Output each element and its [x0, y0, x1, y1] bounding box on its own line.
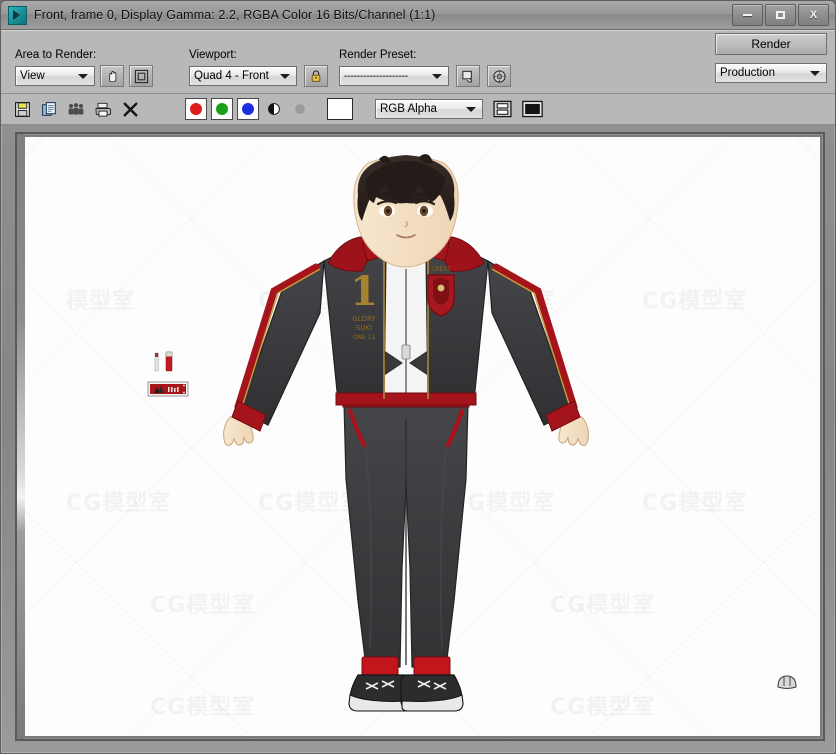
blue-channel-button[interactable] — [237, 98, 259, 120]
watermark: CG模型室 — [642, 283, 747, 315]
render-setup-button[interactable] — [456, 65, 480, 87]
maximize-button[interactable] — [765, 4, 796, 26]
viewport-lock-button[interactable] — [304, 65, 328, 87]
monochrome-icon — [295, 104, 305, 114]
viewport-select[interactable]: Quad 4 - Front — [189, 66, 297, 86]
area-to-render-value: View — [20, 70, 45, 82]
maximize-icon — [776, 11, 785, 19]
svg-text:ONE 12: ONE 12 — [353, 334, 376, 341]
blue-dot-icon — [242, 103, 254, 115]
viewport-label: Viewport: — [189, 49, 237, 61]
toolbar-region: Area to Render: View Viewport: Quad 4 - … — [1, 30, 835, 126]
toolbar-bottom-row: RGB Alpha — [1, 94, 835, 126]
pan-hand-icon — [108, 70, 116, 82]
toolbar-top-row: Area to Render: View Viewport: Quad 4 - … — [1, 31, 835, 94]
render-mode-value: Production — [720, 67, 775, 79]
close-icon: X — [809, 8, 818, 21]
chevron-down-icon — [466, 106, 476, 112]
copy-image-icon — [41, 101, 56, 116]
accessory-props — [147, 351, 189, 397]
render-view-scroll-strip[interactable] — [17, 134, 25, 739]
lock-icon — [311, 70, 321, 82]
layout-toggle-icon — [492, 100, 512, 118]
environment-gear-icon — [492, 69, 506, 83]
mouse-cursor — [777, 675, 797, 689]
chevron-down-icon — [78, 73, 88, 79]
print-image-icon — [95, 102, 112, 117]
chevron-down-icon — [810, 70, 820, 76]
minimize-button[interactable] — [732, 4, 763, 26]
viewport-value: Quad 4 - Front — [194, 70, 269, 82]
channel-display-value: RGB Alpha — [380, 103, 437, 115]
minimize-icon — [743, 14, 752, 16]
right-shoe — [400, 674, 464, 712]
render-region-button[interactable] — [129, 65, 153, 87]
monochrome-button[interactable] — [289, 98, 311, 120]
render-canvas[interactable]: 模型室 CG模型室 CG模型室 CG模型室 CG模型室 CG模型室 CG模型室 … — [20, 137, 820, 736]
render-preset-select[interactable]: -------------------- — [339, 66, 449, 86]
red-dot-icon — [190, 103, 202, 115]
green-channel-button[interactable] — [211, 98, 233, 120]
display-toggle-icon — [521, 100, 543, 118]
layout-toggle-button[interactable] — [491, 98, 513, 120]
channel-display-select[interactable]: RGB Alpha — [375, 99, 483, 119]
close-button[interactable]: X — [798, 4, 829, 26]
save-image-icon — [14, 101, 30, 117]
clone-image-icon — [68, 102, 84, 115]
clone-image-button[interactable] — [65, 98, 87, 120]
area-to-render-select[interactable]: View — [15, 66, 95, 86]
channel-tools — [185, 98, 353, 120]
chevron-down-icon — [432, 73, 442, 79]
alpha-channel-button[interactable] — [263, 98, 285, 120]
svg-text:SUKI: SUKI — [356, 324, 372, 332]
render-frame-window: Front, frame 0, Display Gamma: 2.2, RGBA… — [0, 0, 836, 754]
anime-character-render: IMPERIAL ROYALE — [223, 154, 589, 712]
save-image-button[interactable] — [11, 98, 33, 120]
render-view-frame: 模型室 CG模型室 CG模型室 CG模型室 CG模型室 CG模型室 CG模型室 … — [15, 132, 825, 741]
chevron-down-icon — [280, 73, 290, 79]
svg-text:CREST: CREST — [431, 266, 451, 273]
render-preset-value: -------------------- — [344, 70, 408, 82]
window-title: Front, frame 0, Display Gamma: 2.2, RGBA… — [34, 8, 436, 22]
watermark: CG模型室 — [642, 485, 747, 517]
render-action-panel: Render Production — [715, 33, 827, 83]
render-setup-icon — [461, 70, 472, 83]
region-frame-icon — [134, 69, 148, 83]
channel-display-tools: RGB Alpha — [375, 98, 543, 120]
pan-hand-button[interactable] — [100, 65, 124, 87]
red-channel-button[interactable] — [185, 98, 207, 120]
render-preset-group: Render Preset: -------------------- — [339, 49, 511, 87]
app-icon — [8, 5, 27, 25]
render-preset-label: Render Preset: — [339, 49, 417, 61]
render-mode-select[interactable]: Production — [715, 63, 827, 83]
clear-image-button[interactable] — [119, 98, 141, 120]
svg-text:1: 1 — [350, 268, 378, 315]
display-toggle-button[interactable] — [521, 98, 543, 120]
print-image-button[interactable] — [92, 98, 114, 120]
clear-image-icon — [123, 102, 137, 116]
area-to-render-label: Area to Render: — [15, 49, 97, 61]
render-button[interactable]: Render — [715, 33, 827, 55]
svg-text:GLORY: GLORY — [352, 315, 376, 323]
watermark: CG模型室 — [66, 485, 171, 517]
title-bar: Front, frame 0, Display Gamma: 2.2, RGBA… — [1, 1, 835, 30]
window-controls: X — [732, 4, 829, 26]
copy-image-button[interactable] — [38, 98, 60, 120]
viewport-group: Viewport: Quad 4 - Front — [189, 49, 328, 87]
alpha-channel-icon — [268, 103, 280, 115]
area-to-render-group: Area to Render: View — [15, 49, 153, 87]
environment-settings-button[interactable] — [487, 65, 511, 87]
watermark: 模型室 — [66, 283, 135, 315]
green-dot-icon — [216, 103, 228, 115]
image-file-tools — [11, 98, 141, 120]
background-color-swatch[interactable] — [327, 98, 353, 120]
